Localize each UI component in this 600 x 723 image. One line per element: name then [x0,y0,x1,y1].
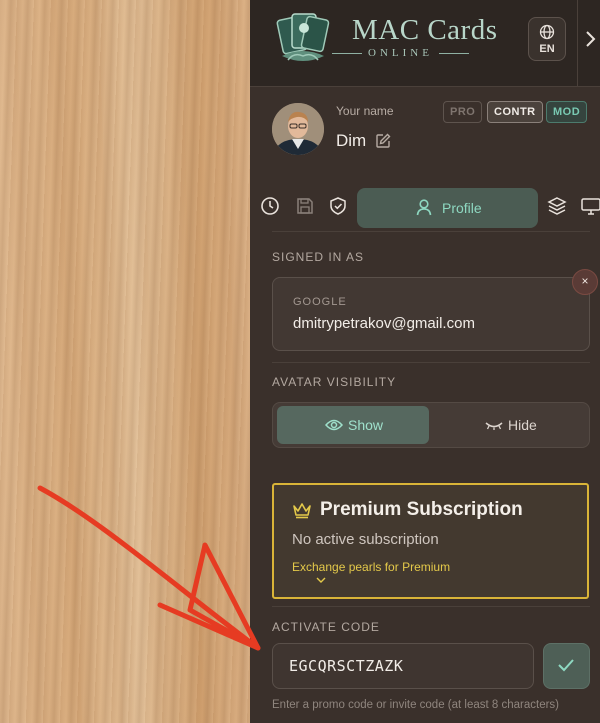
user-icon [416,199,432,216]
check-icon [558,659,574,672]
history-icon[interactable] [260,196,280,216]
layers-icon[interactable] [547,196,567,216]
shield-icon[interactable] [328,196,348,216]
avatar-photo [272,103,324,155]
app-header: MAC Cards ONLINE EN [250,0,600,87]
logo-cards-icon [276,13,330,61]
activate-code-title: ACTIVATE CODE [272,620,380,634]
hide-label: Hide [508,417,537,433]
provider-label: GOOGLE [293,296,347,308]
promo-code-value: EGCQRSCTZAZK [289,657,404,675]
exchange-pearls-label: Exchange pearls for Premium [292,560,451,574]
badge-pro: PRO [443,101,483,123]
divider [272,606,590,607]
eye-closed-icon [485,422,503,430]
badge-contr: CONTR [487,101,543,123]
chevron-right-icon [586,31,596,47]
badge-mod: MOD [546,101,588,123]
eye-icon [325,419,343,431]
avatar-visibility-title: AVATAR VISIBILITY [272,375,397,389]
chevron-down-icon [316,577,326,583]
show-label: Show [348,417,384,433]
collapse-panel-button[interactable] [577,0,600,86]
globe-icon [539,24,555,40]
save-icon[interactable] [295,196,315,216]
avatar-visibility-toggle: Show Hide [272,402,590,448]
wood-background [0,0,250,723]
signed-in-title: SIGNED IN AS [272,250,365,264]
avatar[interactable] [272,103,324,155]
your-name-label: Your name [336,104,394,118]
user-name: Dim [336,131,367,150]
app-subtitle: ONLINE [332,47,469,59]
side-panel: MAC Cards ONLINE EN Your name Dim PRO CO… [250,0,600,723]
divider [272,362,590,363]
sign-out-close-button[interactable]: × [572,269,598,295]
divider [272,231,590,232]
premium-subscription-card: Premium Subscription No active subscript… [272,483,589,599]
show-avatar-button[interactable]: Show [277,406,429,444]
crown-icon [293,503,311,519]
google-account-card: GOOGLE dmitrypetrakov@gmail.com [272,277,590,351]
user-section: Your name Dim PRO CONTR MOD [250,86,600,186]
tab-profile[interactable]: Profile [357,188,538,228]
activate-code-button[interactable] [543,643,590,689]
promo-code-input[interactable]: EGCQRSCTZAZK [272,643,534,689]
tab-profile-label: Profile [442,200,482,216]
premium-title: Premium Subscription [320,499,523,520]
language-button[interactable]: EN [528,17,566,61]
account-email: dmitrypetrakov@gmail.com [293,315,475,332]
app-title: MAC Cards [352,14,498,46]
monitor-icon[interactable] [581,196,600,216]
promo-code-hint: Enter a promo code or invite code (at le… [272,699,560,711]
edit-icon[interactable] [374,132,392,150]
premium-status: No active subscription [292,531,439,548]
tab-bar: Profile [250,186,600,230]
language-code: EN [539,43,555,55]
exchange-pearls-link[interactable]: Exchange pearls for Premium [292,560,451,583]
